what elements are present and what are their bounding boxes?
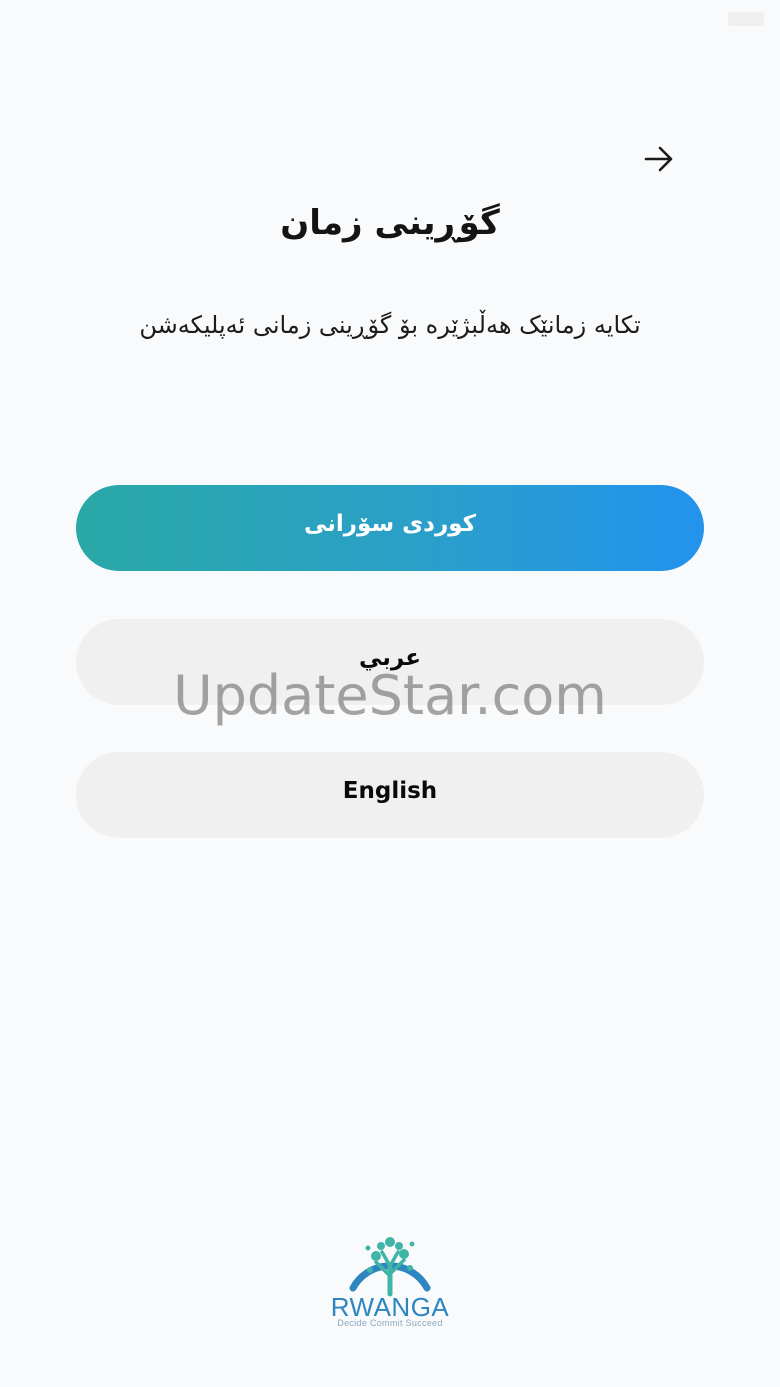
english-language-button[interactable]: English	[76, 752, 704, 838]
logo-tagline: Decide Commit Succeed	[337, 1318, 443, 1328]
kurdish-language-button[interactable]: كوردی سۆرانی	[76, 485, 704, 571]
battery-icon	[728, 12, 764, 26]
tree-people-icon	[349, 1237, 431, 1297]
english-language-label: English	[342, 778, 438, 804]
kurdish-language-label: كوردی سۆرانی	[304, 511, 476, 537]
page-title: گۆڕینی زمان	[280, 203, 500, 243]
status-bar-time	[340, 9, 440, 27]
arrow-right-icon	[644, 146, 673, 172]
arabic-language-label: عربي	[359, 645, 421, 671]
status-bar	[0, 0, 780, 40]
forward-button[interactable]	[636, 136, 682, 182]
arabic-language-button[interactable]: عربي	[76, 619, 704, 705]
rwanga-logo: RWANGA Decide Commit Succeed	[320, 1214, 460, 1334]
page-subtitle: تکایە زمانێک هەڵبژێرە بۆ گۆڕینی زمانی ئە…	[139, 311, 641, 339]
status-bar-carrier	[18, 9, 118, 27]
